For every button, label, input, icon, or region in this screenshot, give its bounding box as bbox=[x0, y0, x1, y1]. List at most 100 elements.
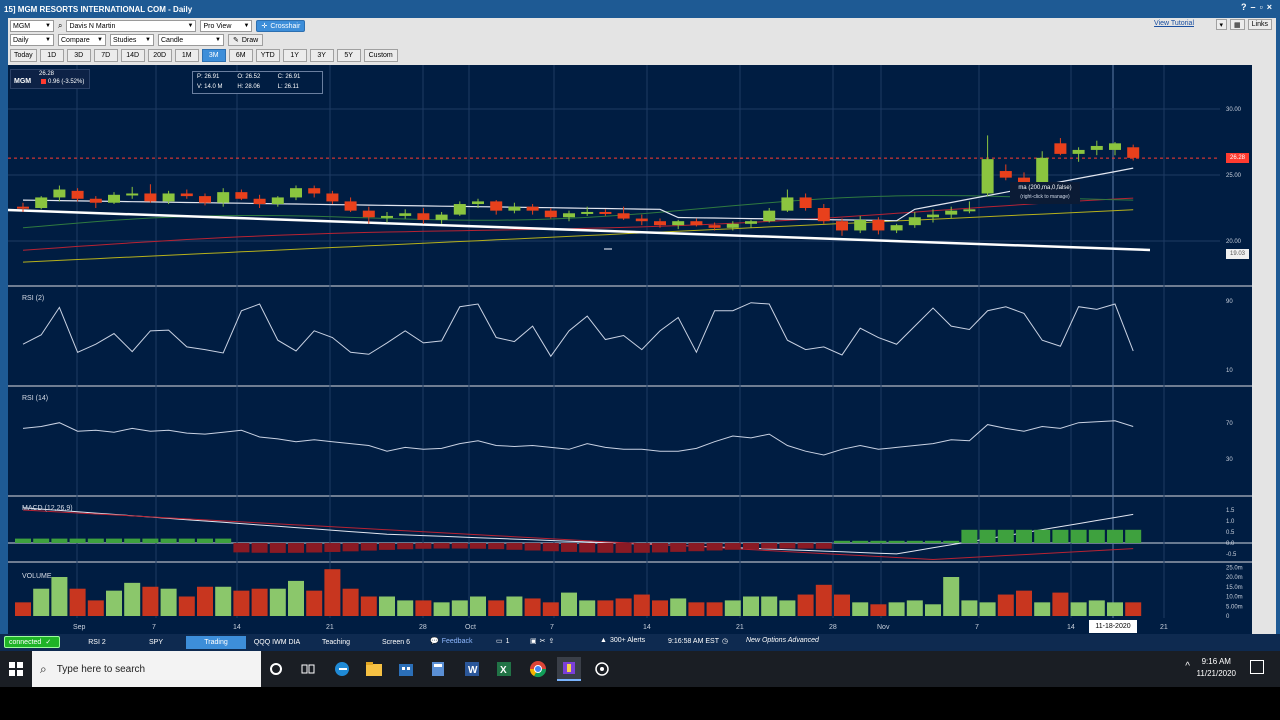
volume-axis-label: 20.0m bbox=[1226, 575, 1243, 581]
file-explorer-icon[interactable] bbox=[362, 657, 386, 681]
volume-bar bbox=[961, 600, 978, 616]
timeframe-14d-button[interactable]: 14D bbox=[120, 48, 145, 62]
studies-select[interactable]: Studies ▼ bbox=[110, 34, 154, 46]
settings-gear-icon[interactable] bbox=[590, 657, 614, 681]
timeframe-custom-button[interactable]: Custom bbox=[363, 48, 398, 62]
menu-dropdown-button[interactable]: ▾ bbox=[1215, 19, 1228, 30]
macd-histogram-bar bbox=[124, 538, 141, 543]
compare-label: Compare bbox=[61, 36, 90, 44]
timeframe-20d-button[interactable]: 20D bbox=[147, 48, 172, 62]
crosshair-button[interactable]: ✛ Crosshair bbox=[256, 20, 306, 32]
tab-spy[interactable]: SPY bbox=[130, 636, 182, 649]
volume-bar bbox=[743, 596, 759, 616]
macd-histogram-bar bbox=[360, 543, 377, 551]
account-select[interactable]: Davis N Martin ▼ bbox=[66, 20, 197, 32]
candle-body bbox=[1036, 157, 1049, 183]
volume-axis-label: 5.00m bbox=[1226, 604, 1243, 610]
view-select[interactable]: Pro View ▼ bbox=[200, 20, 253, 32]
search-icon[interactable]: ⌕ bbox=[58, 21, 62, 31]
calculator-app-icon[interactable] bbox=[426, 657, 450, 681]
macd-histogram-bar bbox=[797, 543, 814, 549]
timeframe-1m-button[interactable]: 1M bbox=[174, 48, 199, 62]
news-ticker[interactable]: New Options Advanced bbox=[746, 637, 819, 644]
candle-body bbox=[199, 196, 211, 203]
ohlc-prev: P: 26.91 bbox=[197, 74, 220, 80]
timeframe-1y-button[interactable]: 1Y bbox=[282, 48, 307, 62]
help-icon[interactable]: ? bbox=[1241, 2, 1247, 12]
tab-screen6[interactable]: Screen 6 bbox=[368, 636, 424, 649]
macd-axis-label: -0.5 bbox=[1226, 552, 1237, 558]
timeframe-6m-button[interactable]: 6M bbox=[228, 48, 253, 62]
macd-histogram-bar bbox=[433, 543, 450, 549]
trading-app-icon[interactable] bbox=[557, 657, 581, 681]
grid-icon[interactable]: ▦ bbox=[1230, 19, 1245, 30]
volume-bar bbox=[215, 586, 232, 616]
symbol-input[interactable]: MGM ▼ bbox=[10, 20, 54, 32]
macd-histogram-bar bbox=[542, 543, 559, 552]
chevron-down-icon: ▼ bbox=[187, 23, 194, 29]
edge-icon[interactable] bbox=[330, 657, 354, 681]
restore-icon[interactable]: ▫ bbox=[1260, 2, 1263, 12]
svg-text:W: W bbox=[468, 665, 478, 676]
volume-axis-label: 10.0m bbox=[1226, 595, 1243, 601]
alerts-count[interactable]: ▲ 300+ Alerts bbox=[600, 637, 645, 644]
tab-teaching[interactable]: Teaching bbox=[310, 636, 362, 649]
cortana-icon[interactable] bbox=[264, 657, 288, 681]
chart-area[interactable]: 30.00 25.00 20.00 RSI (2) 90 10 RSI (14) 70 30 MA… bbox=[7, 65, 1252, 634]
tab-trading[interactable]: Trading bbox=[186, 636, 246, 649]
links-button[interactable]: Links bbox=[1247, 19, 1272, 30]
volume-bar bbox=[979, 602, 996, 616]
timeframe-7d-button[interactable]: 7D bbox=[93, 48, 118, 62]
store-icon[interactable] bbox=[394, 657, 418, 681]
timeframe-5y-button[interactable]: 5Y bbox=[336, 48, 361, 62]
draw-button[interactable]: ✎ Draw bbox=[228, 34, 264, 46]
taskbar-search[interactable]: ⌕ Type here to search bbox=[32, 651, 261, 687]
feedback-button[interactable]: 💬 Feedback bbox=[430, 637, 473, 646]
minimize-icon[interactable]: – bbox=[1251, 2, 1256, 12]
volume-bar bbox=[670, 598, 687, 616]
timeframe-1d-button[interactable]: 1D bbox=[39, 48, 64, 62]
price-axis-label: 30.00 bbox=[1226, 107, 1242, 113]
macd-histogram-bar bbox=[379, 543, 395, 550]
candle-body bbox=[508, 206, 521, 211]
windows-start-icon[interactable] bbox=[0, 651, 32, 687]
macd-histogram-bar bbox=[633, 543, 650, 553]
feedback-label: Feedback bbox=[441, 637, 473, 645]
monitor-count[interactable]: ▭ 1 bbox=[496, 637, 510, 646]
volume-bar bbox=[579, 600, 596, 616]
timeframe-3y-button[interactable]: 3Y bbox=[309, 48, 334, 62]
compare-select[interactable]: Compare ▼ bbox=[58, 34, 106, 46]
candle-body bbox=[344, 201, 357, 211]
price-change: 0.96 (-3.52%) bbox=[48, 79, 85, 85]
chrome-icon[interactable] bbox=[526, 657, 550, 681]
word-icon[interactable]: W bbox=[460, 657, 484, 681]
task-view-icon[interactable] bbox=[296, 657, 320, 681]
excel-icon[interactable]: X bbox=[492, 657, 516, 681]
panel-separator bbox=[8, 285, 1252, 287]
ohlc-open: O: 26.52 bbox=[237, 74, 261, 80]
timeframe-ytd-button[interactable]: YTD bbox=[255, 48, 280, 62]
date-axis-bg bbox=[8, 618, 1252, 634]
candle-body bbox=[308, 188, 321, 194]
close-icon[interactable]: × bbox=[1267, 2, 1272, 12]
taskbar-clock[interactable]: 9:16 AM 11/21/2020 bbox=[1197, 656, 1236, 680]
tab-rsi2[interactable]: RSI 2 bbox=[72, 636, 122, 649]
status-tool-icons[interactable]: ▣ ✂ ⇪ bbox=[530, 637, 554, 645]
alert-icon: ▲ bbox=[600, 637, 607, 644]
checkmark-icon: ✓ bbox=[45, 639, 52, 646]
notification-icon[interactable] bbox=[1250, 660, 1264, 674]
candle-body bbox=[290, 188, 302, 198]
timeframe-3d-button[interactable]: 3D bbox=[66, 48, 91, 62]
timeframe-3m-button[interactable]: 3M bbox=[201, 48, 226, 62]
timeframe-today-button[interactable]: Today bbox=[10, 48, 37, 62]
tray-expand-icon[interactable]: ^ bbox=[1185, 661, 1190, 672]
macd-histogram-bar bbox=[69, 538, 86, 543]
chart-type-select[interactable]: Candle ▼ bbox=[158, 34, 224, 46]
volume-bar bbox=[69, 588, 86, 616]
macd-histogram-bar bbox=[761, 543, 778, 549]
interval-select[interactable]: Daily ▼ bbox=[10, 34, 54, 46]
tab-qqq-iwm-dia[interactable]: QQQ IWM DIA bbox=[248, 636, 306, 649]
view-tutorial-link[interactable]: View Tutorial bbox=[1154, 20, 1194, 27]
scrollbar-vertical[interactable] bbox=[1252, 65, 1276, 634]
price-chart[interactable]: 30.00 25.00 20.00 RSI (2) 90 10 RSI (14) 70 30 MA… bbox=[7, 65, 1252, 634]
